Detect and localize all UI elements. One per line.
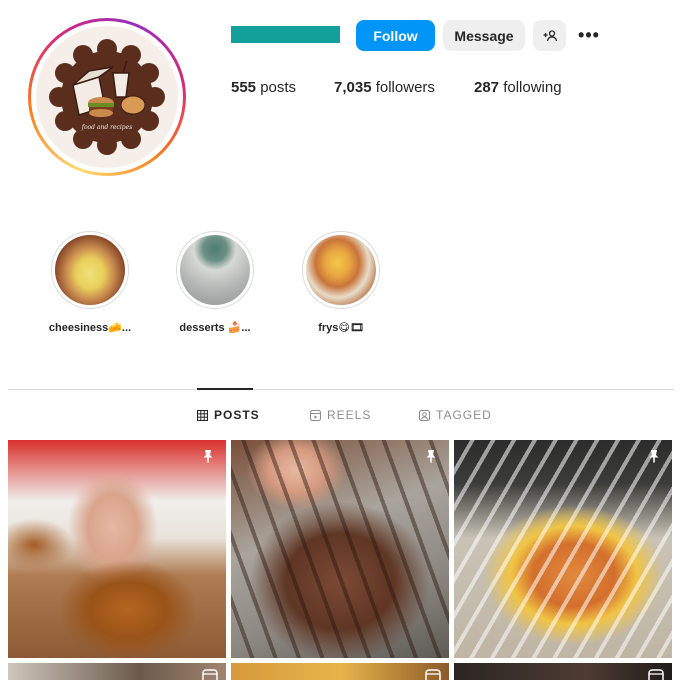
followers-label: followers [375,79,435,96]
grid-icon [197,409,208,421]
highlight-cheesiness[interactable]: cheesiness🧀... [45,231,135,334]
post-tile[interactable] [231,440,449,658]
following-number: 287 [474,79,500,96]
highlight-cover [306,235,376,305]
add-user-icon [543,29,557,41]
more-options-button[interactable]: ••• [574,20,604,51]
pin-icon [649,450,659,463]
posts-count[interactable]: 555 posts [231,79,296,96]
post-tile[interactable] [8,663,226,680]
reel-icon [425,669,441,680]
username-redacted [231,26,340,43]
tabs-divider [8,389,674,390]
followers-count[interactable]: 7,035 followers [334,79,435,96]
tagged-icon [419,409,430,421]
logo-icon: food and recipes [49,39,165,155]
tab-reels-label: REELS [327,408,372,422]
posts-label: posts [260,79,297,96]
pin-icon [426,450,436,463]
tab-reels[interactable]: REELS [310,408,371,422]
pin-icon [203,450,213,463]
highlight-label: desserts 🍰... [179,322,251,334]
logo-text: food and recipes [81,124,133,131]
active-tab-indicator [197,388,253,390]
suggest-user-button[interactable] [533,20,566,51]
message-button[interactable]: Message [443,20,525,51]
tab-posts-label: POSTS [214,408,260,422]
tab-posts[interactable]: POSTS [197,408,260,422]
highlight-ring [51,231,129,309]
post-tile[interactable] [454,663,672,680]
highlight-desserts[interactable]: desserts 🍰... [170,231,260,334]
tab-tagged-label: TAGGED [436,408,492,422]
highlight-cover [55,235,125,305]
highlight-frys[interactable]: frys😋🎞 [296,231,386,334]
avatar-border: food and recipes [31,21,183,173]
follow-button[interactable]: Follow [356,20,435,51]
reel-icon [648,669,664,680]
following-count[interactable]: 287 following [474,79,562,96]
reel-icon [202,669,218,680]
profile-avatar[interactable]: food and recipes [28,18,186,176]
following-label: following [503,79,562,96]
tab-tagged[interactable]: TAGGED [419,408,492,422]
highlight-label: frys😋🎞 [318,322,364,334]
followers-number: 7,035 [334,79,372,96]
post-tile[interactable] [454,440,672,658]
highlight-ring [302,231,380,309]
post-tile[interactable] [231,663,449,680]
highlight-label: cheesiness🧀... [48,322,132,334]
reels-icon [310,409,321,421]
highlight-cover [180,235,250,305]
posts-number: 555 [231,79,257,96]
post-tile[interactable] [8,440,226,658]
highlight-ring [176,231,254,309]
avatar-image: food and recipes [36,26,178,168]
